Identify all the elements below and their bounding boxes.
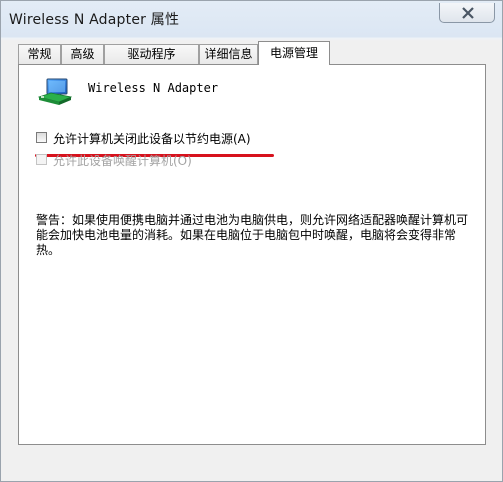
tab-advanced[interactable]: 高级 xyxy=(61,44,104,64)
properties-dialog: Wireless N Adapter 属性 常规 高级 驱动程序 详细信息 电源… xyxy=(0,0,503,482)
tab-driver[interactable]: 驱动程序 xyxy=(104,44,199,64)
allow-wake-label: 允许此设备唤醒计算机(O) xyxy=(53,154,192,168)
close-icon xyxy=(462,7,474,19)
allow-wake-checkbox xyxy=(36,154,47,165)
tab-general[interactable]: 常规 xyxy=(18,44,61,64)
device-name: Wireless N Adapter xyxy=(88,81,219,95)
warning-text: 警告：如果使用便携电脑并通过电池为电脑供电，则允许网络适配器唤醒计算机可能会加快… xyxy=(36,213,469,257)
allow-turn-off-label[interactable]: 允许计算机关闭此设备以节约电源(A) xyxy=(53,131,251,147)
allow-turn-off-checkbox[interactable] xyxy=(36,132,47,143)
power-management-panel: Wireless N Adapter 允许计算机关闭此设备以节约电源(A) 允许… xyxy=(18,64,486,445)
tab-power-management[interactable]: 电源管理 xyxy=(258,41,330,65)
tab-details[interactable]: 详细信息 xyxy=(199,44,258,64)
close-button[interactable] xyxy=(439,3,495,23)
window-title: Wireless N Adapter 属性 xyxy=(9,12,180,28)
network-adapter-icon xyxy=(38,78,72,105)
